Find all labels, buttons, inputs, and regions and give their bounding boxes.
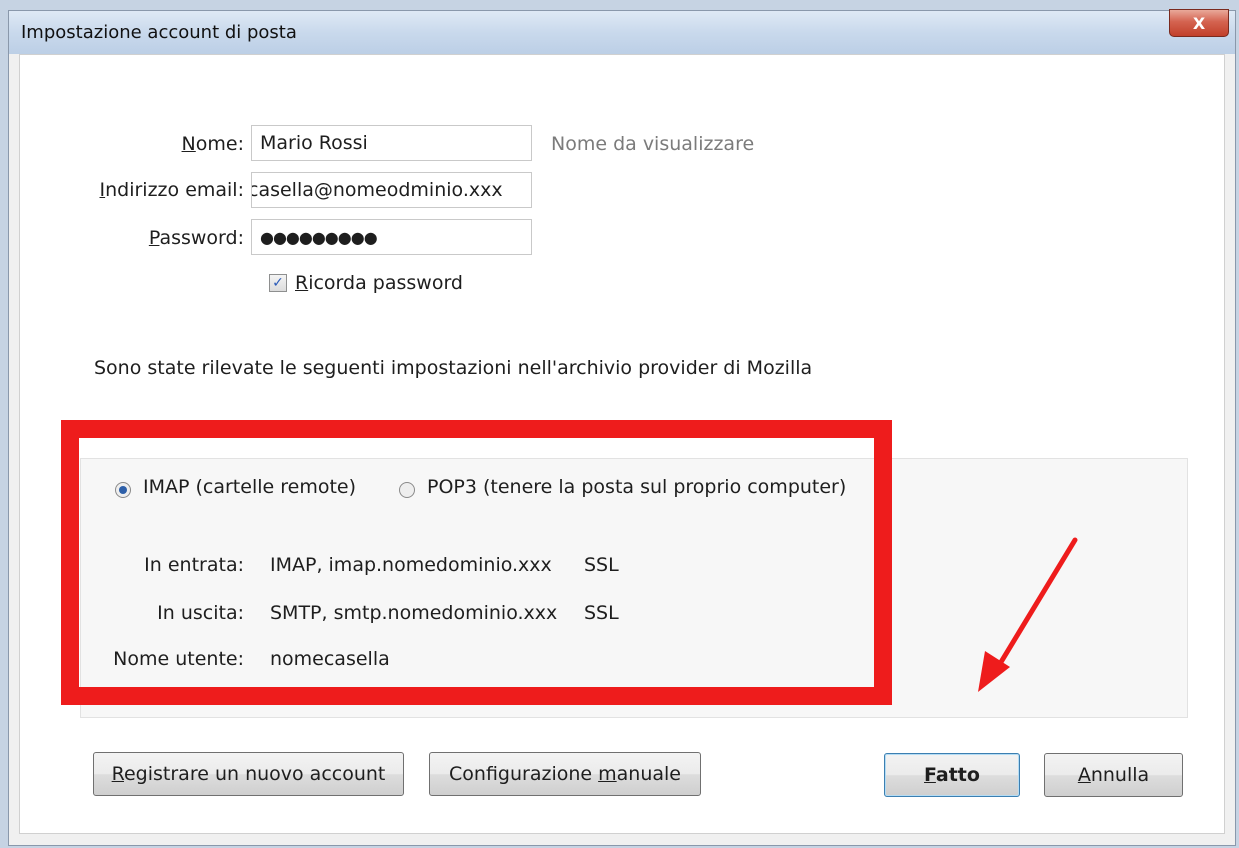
- arrow-shaft: [992, 537, 1078, 675]
- arrow-icon: [978, 537, 1078, 692]
